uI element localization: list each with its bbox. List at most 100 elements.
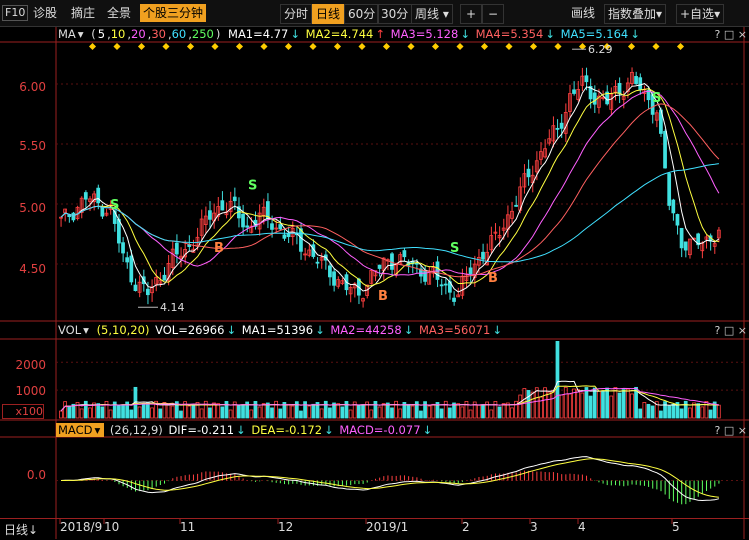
- volume-bar: [464, 401, 469, 419]
- period-30min[interactable]: 30分: [377, 4, 413, 24]
- add-watchlist-button[interactable]: +自选▾: [676, 4, 725, 24]
- signal-diamond: [627, 42, 636, 51]
- panorama-tab[interactable]: 全景: [104, 4, 134, 22]
- sell-signal-marker: S: [248, 179, 257, 194]
- toolbar: F10 诊股 摘庄 全景 个股三分钟 分时 日线 60分 30分 周线 ▾ + …: [0, 0, 749, 27]
- period-intraday[interactable]: 分时: [280, 4, 313, 24]
- candle-body: [439, 284, 444, 287]
- volume-bar: [530, 391, 535, 419]
- buy-signal-marker: B: [214, 241, 224, 256]
- diagnose-tab[interactable]: 诊股: [30, 4, 60, 22]
- chart-canvas[interactable]: 6.29 4.14 S S B B S B S: [0, 0, 749, 539]
- candle-body: [286, 233, 291, 238]
- volume-bar: [621, 389, 626, 419]
- volume-bar: [708, 409, 713, 419]
- macd-indicator-select[interactable]: MACD ▾: [56, 423, 105, 437]
- sell-signal-marker: S: [652, 91, 661, 106]
- volume-bar: [563, 386, 568, 419]
- candle-body: [663, 130, 667, 169]
- ma-params-prefix: (: [91, 27, 96, 41]
- price-panel-controls: ? □ ×: [715, 28, 747, 41]
- help-icon[interactable]: ?: [715, 324, 721, 337]
- signal-diamond: [358, 42, 366, 51]
- zoom-in-button[interactable]: +: [460, 4, 482, 24]
- arrow-down-icon: ↓: [460, 27, 470, 41]
- candle-body: [133, 284, 138, 292]
- ma-param-20: 20: [131, 27, 146, 41]
- macd-panel-controls: ? □ ×: [715, 424, 747, 437]
- volume-bar: [688, 407, 692, 419]
- signal-diamond: [382, 42, 391, 51]
- period-60min[interactable]: 60分: [344, 4, 380, 24]
- ma-param-60: 60: [171, 27, 187, 41]
- ma-params: (5,10,20,30,60,250): [91, 27, 221, 41]
- volume-bar: [547, 391, 552, 419]
- candle-body: [468, 267, 473, 275]
- volume-bar: [584, 387, 589, 419]
- footer-period[interactable]: 日线↓: [4, 521, 38, 538]
- sell-signal-marker: S: [450, 241, 459, 256]
- signal-diamond: [309, 42, 317, 51]
- volume-bar: [129, 409, 134, 419]
- volume-bar: [373, 401, 378, 419]
- maximize-icon[interactable]: □: [724, 28, 734, 41]
- candle-body: [83, 192, 88, 200]
- volume-bar: [526, 390, 531, 419]
- arrow-down-icon: ↓: [236, 423, 246, 437]
- candle-body: [559, 122, 564, 129]
- signal-diamond: [333, 42, 342, 51]
- zoom-out-button[interactable]: −: [482, 4, 504, 24]
- volume-bar: [588, 395, 593, 419]
- volume-bar: [443, 400, 448, 419]
- volume-bar: [67, 405, 72, 419]
- volume-bar: [596, 390, 601, 419]
- candle-body: [452, 297, 456, 302]
- vol-indicator-select[interactable]: VOL ▾: [58, 323, 91, 337]
- maximize-icon[interactable]: □: [724, 424, 734, 437]
- close-icon[interactable]: ×: [738, 28, 747, 41]
- volume-bar: [700, 406, 705, 419]
- signal-diamond: [186, 42, 195, 51]
- close-icon[interactable]: ×: [738, 324, 747, 337]
- volume-bar: [299, 410, 303, 419]
- close-icon[interactable]: ×: [738, 424, 747, 437]
- vol-ma1-value: MA1=51396: [241, 323, 314, 337]
- ma2-value: MA2=4.744: [305, 27, 374, 41]
- f10-button[interactable]: F10: [2, 5, 29, 21]
- stock-three-minutes-tab[interactable]: 个股三分钟: [140, 4, 207, 22]
- candle-body: [667, 173, 672, 206]
- volume-bar: [642, 402, 647, 419]
- maximize-icon[interactable]: □: [724, 324, 734, 337]
- period-weekly[interactable]: 周线 ▾: [411, 4, 453, 24]
- arrow-down-icon: ↓: [630, 27, 640, 41]
- help-icon[interactable]: ?: [715, 28, 721, 41]
- candle-body: [617, 82, 622, 94]
- ma-indicator-select[interactable]: MA ▾: [58, 27, 86, 41]
- volume-bar: [468, 409, 473, 419]
- signal-diamond: [529, 42, 538, 51]
- candle-body: [315, 261, 320, 264]
- volume-bar: [170, 405, 175, 419]
- candle-body: [443, 283, 448, 286]
- volume-bar: [187, 405, 192, 419]
- ma-label: MA: [58, 27, 76, 41]
- caret-down-icon: ▾: [656, 7, 663, 21]
- period-daily[interactable]: 日线: [312, 4, 345, 24]
- volume-bar: [605, 387, 609, 419]
- volume-bar: [216, 403, 221, 419]
- index-overlay-button[interactable]: 指数叠加▾: [604, 4, 667, 24]
- ma-legend: MA ▾ (5,10,20,30,60,250) MA1=4.77 ↓ MA2=4.…: [58, 26, 642, 42]
- ma-line-10: [60, 88, 719, 287]
- candle-body: [481, 251, 485, 260]
- volume-bar: [369, 409, 374, 419]
- price-tick-6: 6.00: [19, 80, 46, 94]
- candle-body: [671, 199, 676, 214]
- vol-params: (5,10,20): [96, 323, 150, 337]
- candle-body: [208, 210, 212, 220]
- pick-dealer-tab[interactable]: 摘庄: [68, 4, 98, 22]
- draw-line-button[interactable]: 画线: [568, 4, 598, 22]
- vol-tick-1000: 1000: [15, 384, 46, 398]
- ma5-value: MA5=5.164: [560, 27, 629, 41]
- help-icon[interactable]: ?: [715, 424, 721, 437]
- volume-bar: [224, 401, 229, 419]
